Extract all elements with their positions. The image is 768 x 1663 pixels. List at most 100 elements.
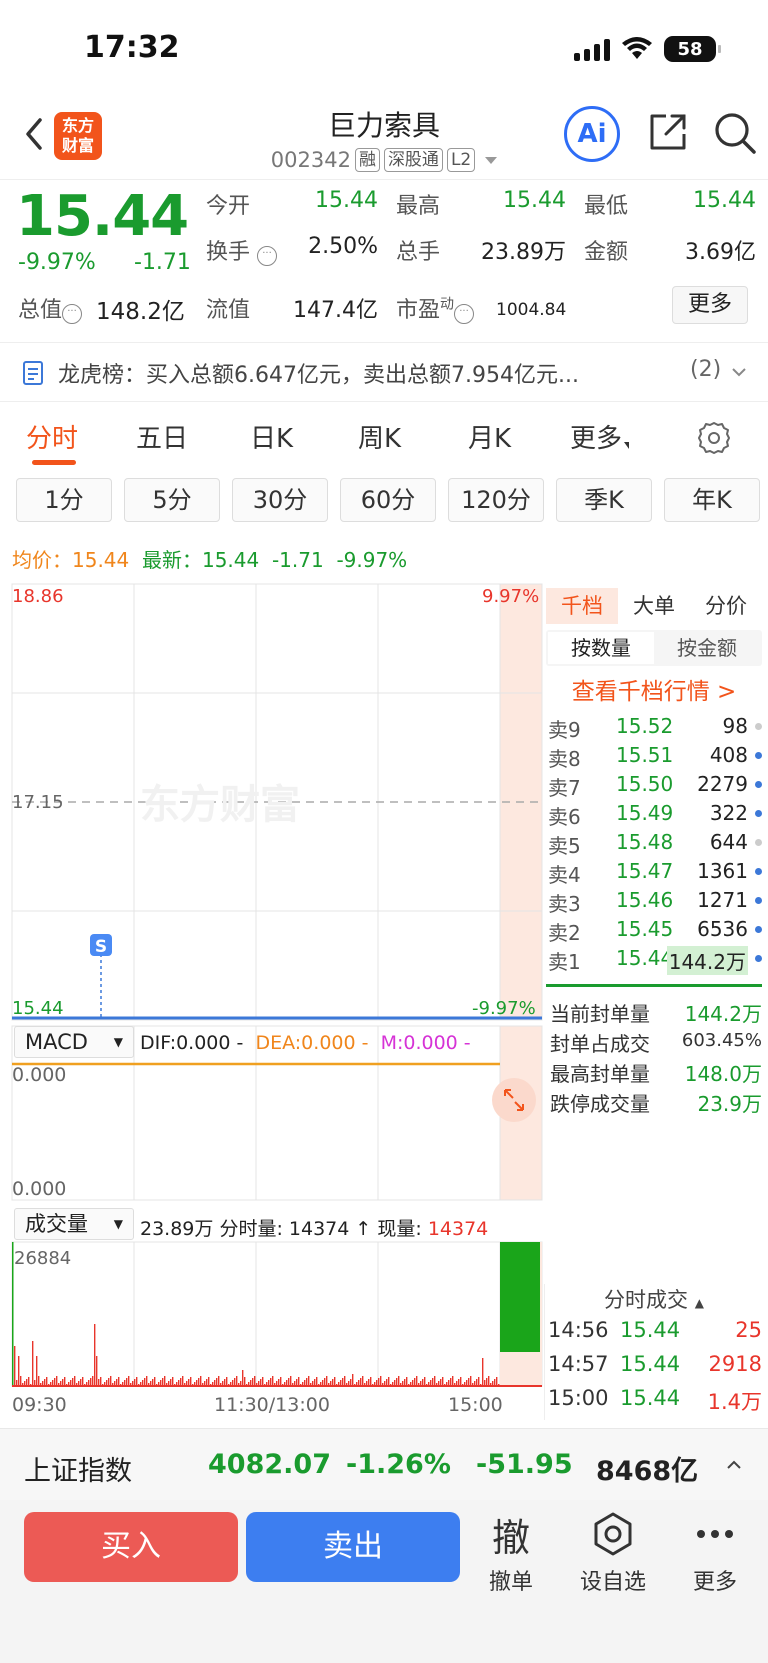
tab-five-day[interactable]: 五日 — [136, 418, 188, 455]
interval-year-k[interactable]: 年K — [664, 478, 760, 522]
status-icons: 58 — [574, 36, 721, 62]
ask-row: 卖3 15.46 1271 — [548, 888, 762, 916]
volume-bar — [128, 1376, 130, 1386]
chart-top-pct: 9.97% — [482, 586, 540, 607]
level-dot — [755, 781, 762, 788]
info-icon[interactable]: ··· — [62, 304, 83, 324]
chevron-up-icon[interactable] — [724, 1455, 744, 1475]
more-quote-button[interactable]: 更多 — [672, 286, 748, 324]
interval-quarter-k[interactable]: 季K — [556, 478, 652, 522]
volume-value: 23.89万 — [481, 240, 566, 265]
ask-row: 卖5 15.48 644 — [548, 830, 762, 858]
buy-button[interactable]: 买入 — [24, 1512, 238, 1582]
status-time: 17:32 — [84, 30, 180, 65]
expand-icon-bg[interactable] — [492, 1078, 536, 1122]
tab-weekly-k[interactable]: 周K — [358, 418, 401, 455]
macd-selector[interactable]: MACD ▼ — [14, 1026, 134, 1058]
dragon-tiger-banner[interactable]: 龙虎榜：买入总额6.647亿元，卖出总额7.954亿元... (2) — [0, 342, 768, 402]
interval-120m[interactable]: 120分 — [448, 478, 544, 522]
chevron-down-icon[interactable] — [730, 363, 748, 381]
float-value: 147.4亿 — [293, 298, 378, 323]
period-tabs: 分时 五日 日K 周K 月K 更多 — [0, 404, 768, 470]
level-dot — [755, 810, 762, 817]
level-dot — [755, 926, 762, 933]
volume-bar — [254, 1376, 256, 1386]
volume-bar — [226, 1377, 228, 1386]
interval-30m[interactable]: 30分 — [232, 478, 328, 522]
tab-more[interactable]: 更多 — [570, 418, 630, 455]
ai-assistant-icon[interactable]: Ai — [564, 106, 620, 162]
intraday-chart[interactable]: 东方财富 S — [0, 578, 546, 1408]
tab-big-orders[interactable]: 大单 — [618, 588, 690, 624]
stock-header: 东方 财富 巨力索具 002342 融 深股通 L2 Ai — [0, 96, 768, 180]
tab-monthly-k[interactable]: 月K — [468, 418, 511, 455]
volume-bar — [170, 1379, 172, 1386]
mode-by-amount[interactable]: 按金额 — [654, 632, 760, 664]
view-depth-link[interactable]: 查看千档行情 > — [546, 672, 762, 706]
cancel-order-button[interactable]: 撤 撤单 — [466, 1508, 556, 1596]
volume-bar — [92, 1376, 94, 1386]
level-dot — [755, 868, 762, 875]
index-pct: -1.26% — [346, 1449, 451, 1480]
tab-price-dist[interactable]: 分价 — [690, 588, 762, 624]
volume-bar — [342, 1378, 344, 1386]
volume-bar — [476, 1379, 478, 1386]
volume-bar — [146, 1376, 148, 1386]
dragon-tiger-count: (2) — [690, 357, 722, 382]
volume-bar — [96, 1356, 98, 1386]
interval-tabs: 1分 5分 30分 60分 120分 季K 年K — [0, 478, 768, 526]
sell-button[interactable]: 卖出 — [246, 1512, 460, 1582]
chart-bottom-price: 15.44 — [12, 998, 64, 1019]
interval-1m[interactable]: 1分 — [16, 478, 112, 522]
volume-bar — [136, 1377, 138, 1386]
volume-bar — [314, 1379, 316, 1386]
volume-selector[interactable]: 成交量 ▼ — [14, 1208, 134, 1240]
volume-max: 26884 — [14, 1248, 72, 1269]
watermark: 东方财富 — [140, 782, 300, 828]
tab-intraday[interactable]: 分时 — [26, 418, 78, 455]
volume-bar — [280, 1377, 282, 1386]
index-ticker[interactable]: 上证指数 4082.07 -1.26% -51.95 8468亿 — [0, 1428, 768, 1500]
more-actions-button[interactable]: 更多 — [670, 1508, 760, 1596]
more-dots-icon — [670, 1508, 760, 1560]
share-icon[interactable] — [646, 110, 690, 154]
caret-up-icon: ▲ — [694, 1296, 704, 1310]
interval-60m[interactable]: 60分 — [340, 478, 436, 522]
volume-bar — [216, 1378, 218, 1386]
tab-depth[interactable]: 千档 — [546, 588, 618, 624]
pe-label: 市盈动 ··· — [396, 292, 475, 324]
volume-bar — [416, 1376, 418, 1386]
tab-daily-k[interactable]: 日K — [250, 418, 293, 455]
volume-bar — [288, 1378, 290, 1386]
interval-5m[interactable]: 5分 — [124, 478, 220, 522]
volume-bar — [236, 1376, 238, 1386]
search-icon[interactable] — [712, 110, 758, 156]
panel-divider — [544, 1284, 545, 1420]
volume-bar — [316, 1377, 318, 1386]
volume-bar — [100, 1377, 102, 1386]
change-value: -1.71 — [134, 250, 191, 275]
mode-by-quantity[interactable]: 按数量 — [548, 632, 654, 664]
volume-bar — [414, 1378, 416, 1386]
low-value: 15.44 — [693, 188, 756, 213]
ticks-header[interactable]: 分时成交 ▲ — [546, 1284, 762, 1314]
tag-connect: 深股通 — [383, 148, 443, 172]
ask-row: 卖6 15.49 322 — [548, 801, 762, 829]
chevron-down-icon[interactable] — [485, 156, 498, 164]
ask-row: 卖1 15.44 144.2万 — [548, 946, 762, 975]
info-icon[interactable]: ··· — [257, 246, 278, 266]
volume-bar — [108, 1378, 110, 1386]
volume-bar — [94, 1324, 96, 1386]
last-price: 15.44 — [16, 184, 189, 249]
turnover-label: 换手 ··· — [206, 234, 278, 266]
avg-price-line: 均价：15.44 最新：15.44 -1.71 -9.97% — [12, 548, 408, 572]
volume-bar — [206, 1379, 208, 1386]
index-amount: 8468亿 — [596, 1456, 699, 1487]
add-watchlist-button[interactable]: 设自选 — [568, 1508, 658, 1596]
volume-bar — [38, 1376, 40, 1386]
volume-values: 23.89万 分时量: 14374 ↑ 现量: 14374 — [140, 1218, 489, 1240]
seal-row: 最高封单量 148.0万 — [550, 1062, 762, 1086]
info-icon[interactable]: ··· — [454, 304, 475, 324]
volume-bar — [458, 1379, 460, 1386]
gear-icon[interactable] — [696, 420, 732, 456]
